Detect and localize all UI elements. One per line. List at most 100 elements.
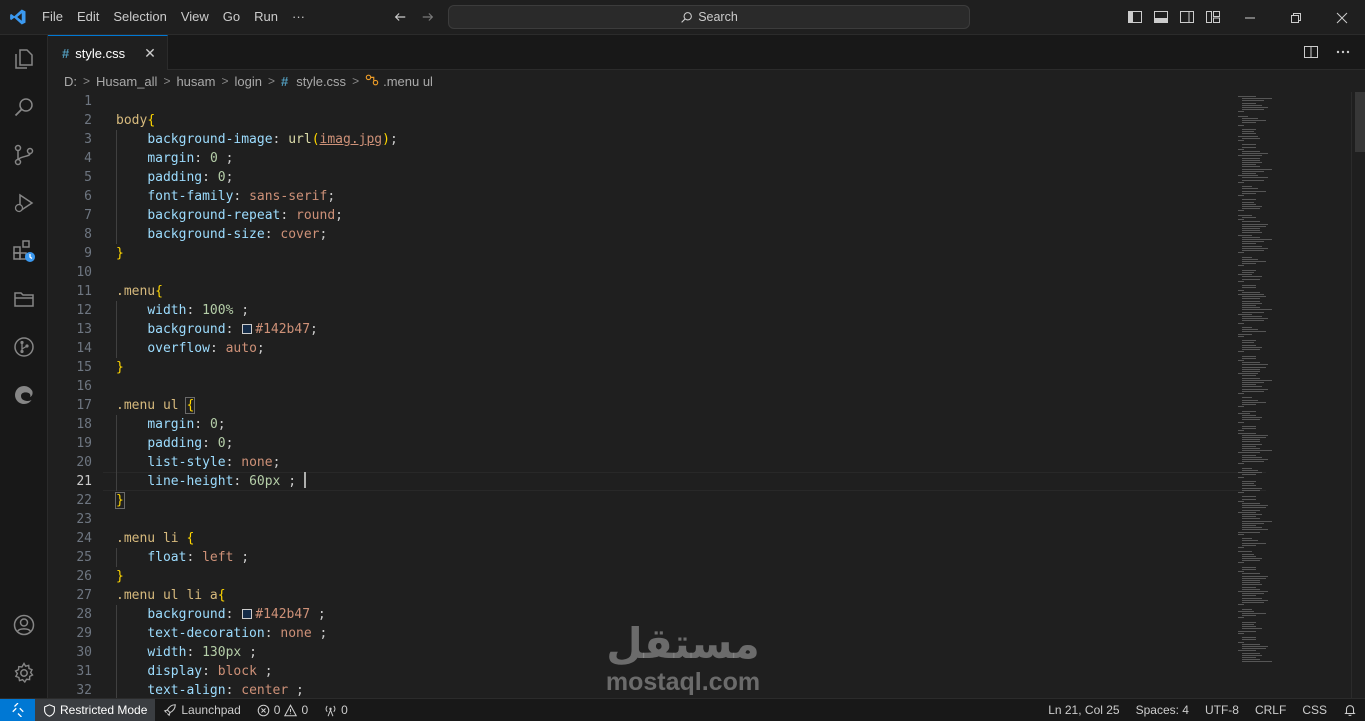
- minimap-line: [1242, 417, 1262, 419]
- menu-view[interactable]: View: [174, 6, 216, 28]
- color-swatch[interactable]: [242, 324, 253, 334]
- minimap-line: [1242, 459, 1268, 460]
- language-mode[interactable]: CSS: [1294, 699, 1335, 721]
- split-editor-icon[interactable]: [1303, 44, 1319, 65]
- minimap-line: [1238, 452, 1260, 454]
- back-arrow-icon[interactable]: [390, 6, 410, 28]
- menu-file[interactable]: File: [35, 6, 70, 28]
- restore-icon[interactable]: [1273, 0, 1319, 35]
- layout-controls: [1126, 8, 1222, 26]
- code-line: list-style: none;: [147, 455, 281, 470]
- menu-selection[interactable]: Selection: [106, 6, 173, 28]
- breadcrumb-symbol[interactable]: .menu ul: [383, 74, 433, 89]
- breadcrumb-drive[interactable]: D:: [64, 74, 77, 89]
- close-tab-icon[interactable]: ✕: [141, 44, 159, 62]
- minimap-line: [1242, 236, 1260, 238]
- ports-indicator[interactable]: 0: [316, 699, 356, 721]
- minimap-line: [1238, 562, 1244, 564]
- minimap-line: [1242, 467, 1252, 469]
- menu-go[interactable]: Go: [216, 6, 247, 28]
- minimap-line: [1242, 109, 1264, 111]
- cursor-position[interactable]: Ln 21, Col 25: [1040, 699, 1127, 721]
- minimap-line: [1242, 250, 1264, 251]
- minimap-line: [1242, 448, 1260, 449]
- minimap-line: [1242, 239, 1272, 240]
- minimap-line: [1242, 573, 1260, 575]
- end-of-line[interactable]: CRLF: [1247, 699, 1294, 721]
- code-line: margin: 0;: [147, 417, 226, 432]
- code-line: line-height: 60px ;: [147, 472, 306, 489]
- minimap-line: [1242, 309, 1272, 311]
- minimap-line: [1238, 214, 1252, 216]
- toggle-panel-icon[interactable]: [1152, 8, 1170, 26]
- menu-run[interactable]: Run: [247, 6, 285, 28]
- minimap-line: [1242, 170, 1264, 172]
- minimap-line: [1242, 177, 1268, 179]
- notifications-bell-icon[interactable]: [1335, 699, 1365, 721]
- problems-indicator[interactable]: 0 0: [249, 699, 316, 721]
- minimap[interactable]: [1234, 92, 1296, 698]
- minimap-line: [1238, 210, 1244, 212]
- explorer-icon[interactable]: [0, 35, 48, 83]
- color-swatch[interactable]: [242, 609, 253, 619]
- minimap-line: [1242, 566, 1256, 568]
- watermark-logo: مستقل mostaql.com: [598, 620, 768, 705]
- forward-arrow-icon[interactable]: [418, 6, 438, 28]
- extensions-icon[interactable]: [0, 227, 48, 275]
- customize-layout-icon[interactable]: [1204, 8, 1222, 26]
- minimap-line: [1238, 155, 1262, 157]
- line-number: 28: [76, 607, 92, 622]
- minimap-line: [1242, 107, 1268, 108]
- code-line: width: 100% ;: [147, 303, 250, 318]
- code-editor[interactable]: 1 2 3 4 5 6 7 8 9 10 11 12 13 14 15 16 17 18 19 20 21 22 23 24 2…: [48, 92, 1365, 698]
- minimize-icon[interactable]: [1227, 0, 1273, 35]
- remote-indicator-icon[interactable]: [0, 699, 35, 721]
- line-number: 32: [76, 683, 92, 698]
- minimap-line: [1242, 544, 1256, 546]
- encoding[interactable]: UTF-8: [1197, 699, 1247, 721]
- breadcrumb-folder-husam-all[interactable]: Husam_all: [96, 74, 157, 89]
- settings-gear-icon[interactable]: [0, 649, 48, 697]
- run-debug-icon[interactable]: [0, 179, 48, 227]
- minimap-line: [1242, 496, 1256, 498]
- search-view-icon[interactable]: [0, 83, 48, 131]
- minimap-line: [1242, 346, 1262, 348]
- launchpad-button[interactable]: Launchpad: [155, 699, 248, 721]
- menu-more[interactable]: ···: [285, 6, 312, 28]
- restricted-mode-button[interactable]: Restricted Mode: [35, 699, 156, 721]
- indentation[interactable]: Spaces: 4: [1128, 699, 1197, 721]
- minimap-line: [1242, 624, 1254, 625]
- minimap-line: [1238, 472, 1262, 474]
- minimap-line: [1242, 434, 1268, 436]
- close-window-icon[interactable]: [1319, 0, 1365, 35]
- minimap-line: [1242, 355, 1256, 357]
- minimap-line: [1242, 118, 1258, 119]
- tab-style-css[interactable]: # style.css ✕: [48, 35, 168, 70]
- minimap-line: [1242, 371, 1260, 372]
- edge-browser-icon[interactable]: [0, 371, 48, 419]
- minimap-line: [1242, 386, 1262, 388]
- accounts-icon[interactable]: [0, 601, 48, 649]
- window-controls: [1227, 0, 1365, 35]
- breadcrumb-file[interactable]: style.css: [296, 74, 346, 89]
- breadcrumb-folder-husam[interactable]: husam: [176, 74, 215, 89]
- breadcrumb-folder-login[interactable]: login: [235, 74, 262, 89]
- source-control-icon[interactable]: [0, 131, 48, 179]
- line-number: 13: [76, 322, 92, 337]
- minimap-line: [1242, 525, 1256, 526]
- minimap-line: [1242, 388, 1268, 390]
- shield-icon: [44, 703, 55, 717]
- more-actions-icon[interactable]: [1335, 44, 1351, 65]
- toggle-secondary-sidebar-icon[interactable]: [1178, 8, 1196, 26]
- toggle-primary-sidebar-icon[interactable]: [1126, 8, 1144, 26]
- git-graph-icon[interactable]: [0, 323, 48, 371]
- minimap-line: [1242, 597, 1262, 599]
- chevron-right-icon: >: [83, 74, 91, 88]
- minimap-line: [1238, 604, 1244, 606]
- folder-icon[interactable]: [0, 275, 48, 323]
- command-center-search[interactable]: Search: [448, 5, 970, 29]
- menu-edit[interactable]: Edit: [70, 6, 106, 28]
- vertical-scrollbar[interactable]: [1351, 92, 1365, 698]
- scrollbar-thumb[interactable]: [1355, 92, 1365, 152]
